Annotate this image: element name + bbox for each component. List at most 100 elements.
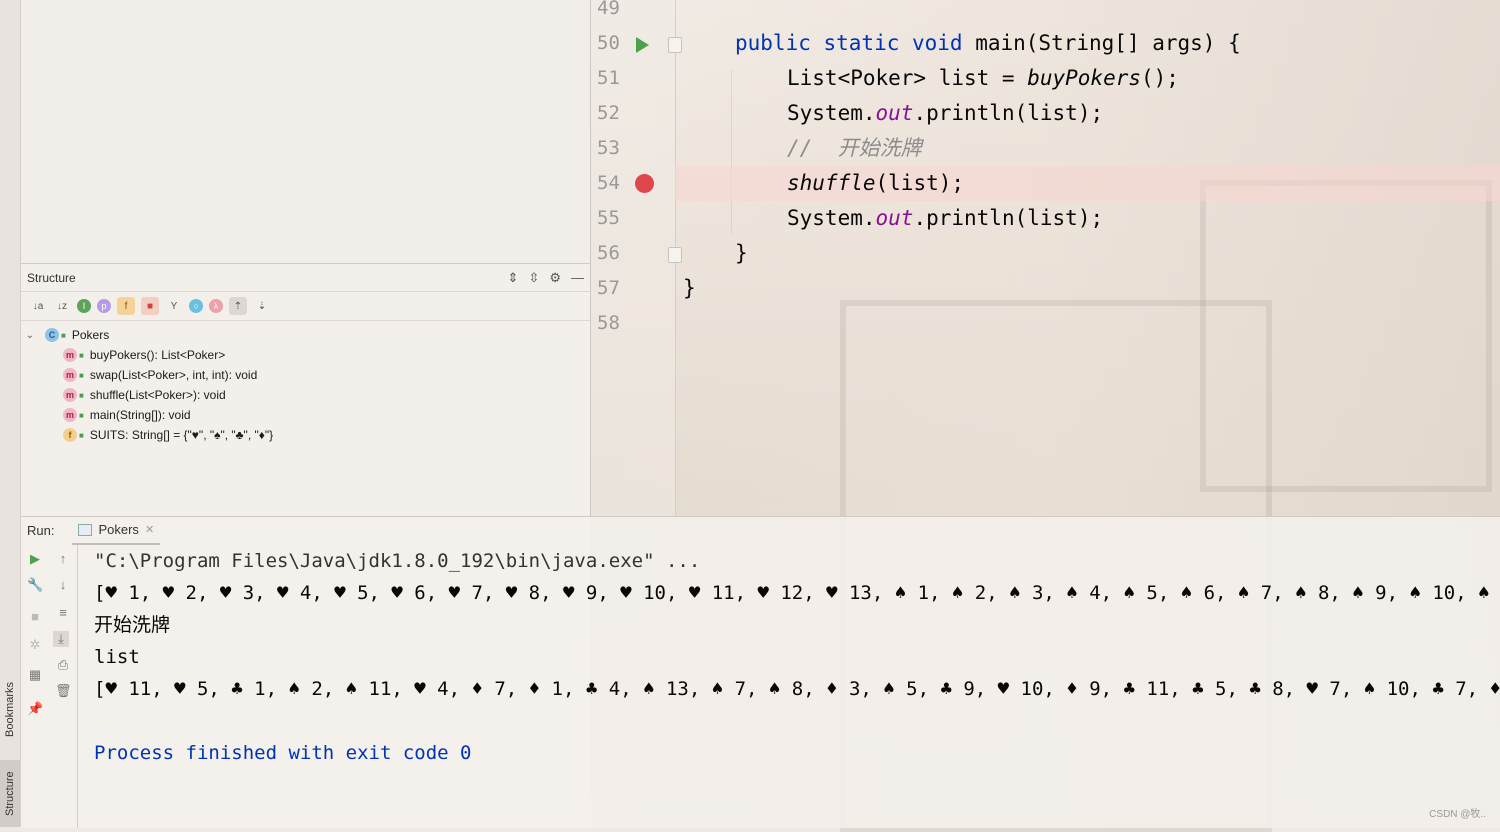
scroll-to-end-icon[interactable]: ⤓ [53, 631, 69, 647]
line-number: 53 [597, 137, 620, 159]
tree-item[interactable]: m ■ buyPokers(): List<Poker> [21, 345, 590, 365]
tree-item[interactable]: m ■ shuffle(List<Poker>): void [21, 385, 590, 405]
tree-item-label: buyPokers(): List<Poker> [89, 348, 226, 362]
close-icon[interactable]: ✕ [145, 523, 154, 536]
tree-item-label: main(String[]): void [89, 408, 191, 422]
run-toolbar: ▶ ↑ 🔧 ↓ ■ ≡ ✲ ⤓ ▦ ⎙ 🗑 📌 [21, 545, 78, 828]
structure-tab[interactable]: Structure [0, 760, 20, 827]
rerun-icon[interactable]: ▶ [27, 551, 43, 567]
method-icon: m [63, 408, 77, 422]
gear-icon[interactable]: ⚙ [549, 270, 561, 286]
trash-icon[interactable]: 🗑 [55, 683, 72, 699]
console-line: Process finished with exit code 0 [94, 742, 472, 764]
debug-icon[interactable]: ✲ [27, 637, 43, 653]
tree-item[interactable]: m ■ swap(List<Poker>, int, int): void [21, 365, 590, 385]
minimize-icon[interactable]: — [571, 270, 584, 285]
show-inherited-icon[interactable]: I [77, 299, 91, 313]
line-number: 57 [597, 277, 620, 299]
code-line[interactable]: 56 } [591, 236, 1500, 271]
run-gutter-icon[interactable] [636, 37, 649, 53]
expand-all-icon[interactable]: ⇕ [508, 270, 519, 286]
print-icon[interactable]: ⎙ [55, 657, 71, 673]
show-fields-icon[interactable]: f [117, 297, 135, 315]
left-tool-strip: Bookmarks Structure [0, 0, 21, 827]
code-comment: // 开始洗牌 [787, 136, 922, 160]
public-access-icon: ■ [79, 370, 84, 380]
line-number: 55 [597, 207, 620, 229]
code-line[interactable]: 58 [591, 306, 1500, 341]
tree-item[interactable]: m ■ main(String[]): void [21, 405, 590, 425]
show-properties-icon[interactable]: p [97, 299, 111, 313]
field-icon: f [63, 428, 77, 442]
line-number: 52 [597, 102, 620, 124]
code-line[interactable]: 50 public static void main(String[] args… [591, 26, 1500, 61]
autoscroll-to-source-icon[interactable]: ⇡ [229, 297, 247, 315]
collapse-all-icon[interactable]: ⇳ [528, 270, 539, 286]
bookmarks-tab[interactable]: Bookmarks [0, 666, 20, 752]
console-line: [♥ 11, ♥ 5, ♣ 1, ♠ 2, ♠ 11, ♥ 4, ♦ 7, ♦ … [94, 678, 1500, 700]
structure-title: Structure [27, 270, 76, 285]
soft-wrap-icon[interactable]: ≡ [55, 605, 71, 621]
code-line[interactable]: 55 System.out.println(list); [591, 201, 1500, 236]
show-lambdas-circle-icon[interactable]: ○ [189, 299, 203, 313]
console-line: [♥ 1, ♥ 2, ♥ 3, ♥ 4, ♥ 5, ♥ 6, ♥ 7, ♥ 8,… [94, 582, 1500, 604]
code-line[interactable]: 52 System.out.println(list); [591, 96, 1500, 131]
method-icon: m [63, 388, 77, 402]
tree-item-label: swap(List<Poker>, int, int): void [89, 368, 258, 382]
wrench-icon[interactable]: 🔧 [27, 577, 43, 593]
run-panel: Run: Pokers ✕ ▶ ↑ 🔧 ↓ ■ ≡ ✲ ⤓ ▦ ⎙ 🗑 📌 "C… [21, 516, 1500, 828]
code-line[interactable]: 49 [591, 0, 1500, 26]
arrow-down-icon[interactable]: ↓ [55, 577, 71, 593]
show-non-public-icon[interactable]: ■ [141, 297, 159, 315]
run-tab-pokers[interactable]: Pokers ✕ [72, 516, 161, 545]
console-icon [78, 523, 93, 536]
public-access-icon: ■ [79, 430, 84, 440]
tree-item[interactable]: f ■ SUITS: String[] = {"♥", "♠", "♣", "♦… [21, 425, 590, 445]
tree-root[interactable]: ⌄ C ■ Pokers [21, 325, 590, 345]
autoscroll-from-source-icon[interactable]: ⇣ [253, 297, 271, 315]
code-line[interactable]: 57 } [591, 271, 1500, 306]
layout-icon[interactable]: ▦ [27, 667, 43, 683]
code-line[interactable]: 51 List<Poker> list = buyPokers(); [591, 61, 1500, 96]
console-line: 开始洗牌 [94, 614, 171, 636]
code-editor[interactable]: 49 50 public static void main(String[] a… [590, 0, 1500, 516]
watermark: CSDN @牧.. [1429, 809, 1486, 820]
class-icon: C [45, 328, 59, 342]
run-header: Run: Pokers ✕ [21, 516, 1500, 545]
line-number: 56 [597, 242, 620, 264]
code-line[interactable]: 53 // 开始洗牌 [591, 131, 1500, 166]
fold-icon[interactable] [668, 247, 682, 263]
method-icon: m [63, 368, 77, 382]
console-output[interactable]: "C:\Program Files\Java\jdk1.8.0_192\bin\… [94, 545, 1500, 828]
tree-item-label: SUITS: String[] = {"♥", "♠", "♣", "♦"} [89, 428, 274, 442]
line-number: 58 [597, 312, 620, 334]
pin-icon[interactable]: 📌 [27, 701, 43, 717]
sort-by-visibility-icon[interactable]: ↓a [29, 297, 47, 315]
arrow-up-icon[interactable]: ↑ [55, 551, 71, 567]
line-number: 50 [597, 32, 620, 54]
public-access-icon: ■ [79, 390, 84, 400]
chevron-down-icon[interactable]: ⌄ [23, 330, 37, 341]
tree-root-label: Pokers [71, 328, 110, 342]
structure-tree: ⌄ C ■ Pokers m ■ buyPokers(): List<Poker… [21, 321, 590, 445]
show-anonymous-icon[interactable]: Y [165, 297, 183, 315]
tree-item-label: shuffle(List<Poker>): void [89, 388, 226, 402]
public-access-icon: ■ [79, 410, 84, 420]
structure-header: Structure ⇕ ⇳ ⚙ — [21, 264, 590, 291]
method-icon: m [63, 348, 77, 362]
fold-icon[interactable] [668, 37, 682, 53]
structure-panel: Structure ⇕ ⇳ ⚙ — ↓a ↓z I p f ■ Y ○ λ ⇡ … [21, 263, 590, 517]
run-label: Run: [27, 523, 55, 538]
console-line: "C:\Program Files\Java\jdk1.8.0_192\bin\… [94, 550, 701, 572]
sort-alphabetically-icon[interactable]: ↓z [53, 297, 71, 315]
structure-toolbar: ↓a ↓z I p f ■ Y ○ λ ⇡ ⇣ [21, 291, 590, 321]
console-line: list [94, 646, 140, 668]
line-number: 54 [597, 172, 620, 194]
code-line[interactable]: 54 shuffle(list); [591, 166, 1500, 201]
stop-icon[interactable]: ■ [27, 609, 43, 625]
breakpoint-icon[interactable] [635, 174, 654, 193]
public-access-icon: ■ [79, 350, 84, 360]
line-number: 49 [597, 0, 620, 19]
lambda-icon[interactable]: λ [209, 299, 223, 313]
project-panel [21, 0, 590, 263]
